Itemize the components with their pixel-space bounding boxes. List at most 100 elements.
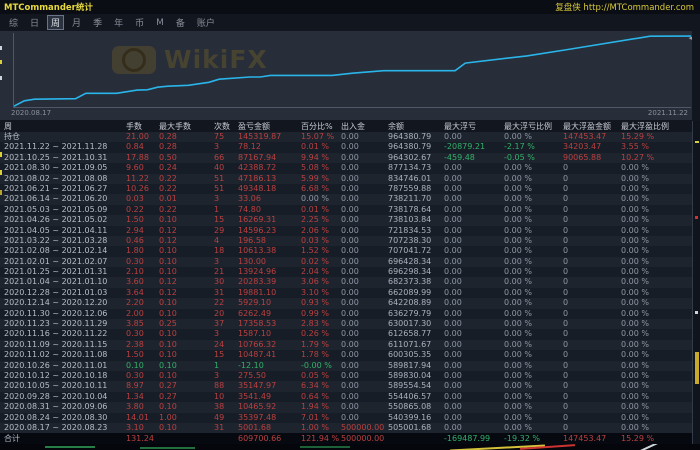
- table-row[interactable]: 2021.02.08 ~ 2021.02.141.800.101810613.3…: [0, 246, 692, 256]
- menu-item-日[interactable]: 日: [26, 15, 43, 30]
- site-link[interactable]: 复盘侠 http://MTCommander.com: [555, 1, 700, 13]
- column-header[interactable]: 出入金: [341, 121, 388, 132]
- column-header[interactable]: 百分比%: [301, 121, 341, 132]
- table-row[interactable]: 2020.11.16 ~ 2020.11.220.300.1031587.100…: [0, 329, 692, 339]
- cell-cashflow: 0.00: [341, 142, 388, 152]
- cell-lots: 2.94: [126, 226, 159, 236]
- cell-count: 10: [214, 392, 238, 402]
- table-row[interactable]: 2020.08.17 ~ 2020.08.233.100.10315001.68…: [0, 423, 692, 433]
- cell-pl: 196.58: [238, 236, 301, 246]
- cell-pct: 0.26 %: [301, 329, 341, 339]
- column-header[interactable]: 最大浮盈金额: [563, 121, 621, 132]
- cell-max_float_profit: 0: [563, 298, 621, 308]
- cell-max_fp_pct: 0.00 %: [621, 257, 692, 267]
- table-row[interactable]: 2021.03.22 ~ 2021.03.280.460.124196.580.…: [0, 236, 692, 246]
- scrollbar[interactable]: [692, 121, 700, 444]
- table-row[interactable]: 2020.08.31 ~ 2020.09.063.800.103810465.9…: [0, 402, 692, 412]
- column-header[interactable]: 手数: [126, 121, 159, 132]
- column-header[interactable]: 盈亏金额: [238, 121, 301, 132]
- column-header[interactable]: 最大浮亏: [444, 121, 504, 132]
- table-row[interactable]: 2021.04.05 ~ 2021.04.112.940.122914596.2…: [0, 226, 692, 236]
- cell-max_fl_pct: 0.00 %: [504, 174, 563, 184]
- column-header[interactable]: 最大手数: [159, 121, 214, 132]
- cell-period: 合计: [0, 433, 126, 444]
- equity-chart-plot: WikiFX ◂: [13, 33, 691, 108]
- cell-pct: 5.99 %: [301, 174, 341, 184]
- table-row[interactable]: 2020.11.23 ~ 2020.11.293.850.253717358.5…: [0, 319, 692, 329]
- cell-count: 29: [214, 226, 238, 236]
- equity-curve: [14, 33, 691, 107]
- table-row[interactable]: 2021.08.02 ~ 2021.08.0811.220.225147186.…: [0, 174, 692, 184]
- table-row[interactable]: 2020.12.14 ~ 2020.12.202.200.10225929.10…: [0, 298, 692, 308]
- chart-scroll-arrow-icon[interactable]: ◂: [688, 34, 692, 42]
- menu-item-币[interactable]: 币: [131, 15, 148, 30]
- table-row[interactable]: 2021.01.04 ~ 2021.01.103.600.123020283.3…: [0, 277, 692, 287]
- cell-max_float_profit: 0: [563, 423, 621, 433]
- table-row[interactable]: 2020.12.28 ~ 2021.01.033.640.123119881.1…: [0, 288, 692, 298]
- cell-count: 3: [214, 329, 238, 339]
- cell-period: 2021.06.14 ~ 2021.06.20: [0, 194, 126, 204]
- cell-count: 1: [214, 205, 238, 215]
- menu-item-年[interactable]: 年: [110, 15, 127, 30]
- table-row[interactable]: 2021.08.30 ~ 2021.09.059.600.244042388.7…: [0, 163, 692, 173]
- cell-max_float_profit: 0: [563, 371, 621, 381]
- cell-cashflow: 0.00: [341, 174, 388, 184]
- table-row[interactable]: 2020.10.26 ~ 2020.11.010.100.101-12.10-0…: [0, 361, 692, 371]
- scrollbar-thumb[interactable]: [695, 352, 699, 384]
- cell-cashflow: 0.00: [341, 350, 388, 360]
- menu-item-月[interactable]: 月: [68, 15, 85, 30]
- table-row[interactable]: 2020.09.28 ~ 2020.10.041.340.27103541.49…: [0, 392, 692, 402]
- menu-item-备[interactable]: 备: [172, 15, 189, 30]
- cell-max_fl_pct: 0.00 %: [504, 277, 563, 287]
- table-row[interactable]: 2020.08.24 ~ 2020.08.3014.011.004935397.…: [0, 413, 692, 423]
- column-header[interactable]: 周: [0, 121, 126, 132]
- column-header[interactable]: 余额: [388, 121, 444, 132]
- cell-max_lots: 0.10: [159, 423, 214, 433]
- menu-item-账户[interactable]: 账户: [193, 15, 219, 30]
- menu-item-季[interactable]: 季: [89, 15, 106, 30]
- table-row[interactable]: 2021.04.26 ~ 2021.05.021.500.101516269.3…: [0, 215, 692, 225]
- menu-item-M[interactable]: M: [152, 17, 168, 29]
- cell-max_lots: 0.27: [159, 392, 214, 402]
- cell-count: 1: [214, 361, 238, 371]
- cell-lots: 0.30: [126, 371, 159, 381]
- table-row[interactable]: 2020.11.09 ~ 2020.11.152.380.102410766.3…: [0, 340, 692, 350]
- table-row[interactable]: 2020.11.02 ~ 2020.11.081.500.101510487.4…: [0, 350, 692, 360]
- table-row[interactable]: 持仓21.000.2875145319.8715.07 %0.00964380.…: [0, 132, 692, 142]
- table-row[interactable]: 2020.10.12 ~ 2020.10.180.300.103275.500.…: [0, 371, 692, 381]
- cell-balance: 738211.70: [388, 194, 444, 204]
- table-row[interactable]: 2020.10.05 ~ 2020.10.118.970.278835147.9…: [0, 381, 692, 391]
- cell-max_float_loss: 0.00: [444, 215, 504, 225]
- table-row[interactable]: 2021.06.21 ~ 2021.06.2710.260.225149348.…: [0, 184, 692, 194]
- cell-max_float_loss: 0.00: [444, 288, 504, 298]
- menu-item-综[interactable]: 综: [5, 15, 22, 30]
- column-header[interactable]: 最大浮亏比例: [504, 121, 563, 132]
- cell-cashflow: 0.00: [341, 184, 388, 194]
- table-row[interactable]: 2020.11.30 ~ 2020.12.062.000.10206262.49…: [0, 309, 692, 319]
- table-row[interactable]: 2021.11.22 ~ 2021.11.280.840.28378.120.0…: [0, 142, 692, 152]
- table-row[interactable]: 2021.01.25 ~ 2021.01.312.100.102113924.9…: [0, 267, 692, 277]
- cell-count: 15: [214, 350, 238, 360]
- cell-period: 2021.11.22 ~ 2021.11.28: [0, 142, 126, 152]
- cell-period: 2021.08.30 ~ 2021.09.05: [0, 163, 126, 173]
- cell-max_fl_pct: -19.32 %: [504, 433, 563, 444]
- cell-pl: 10465.92: [238, 402, 301, 412]
- cell-pl: 35397.48: [238, 413, 301, 423]
- table-row[interactable]: 2021.10.25 ~ 2021.10.3117.880.506687167.…: [0, 153, 692, 163]
- period-menu-bar: 综日周月季年币M备账户: [0, 14, 700, 31]
- cell-max_fp_pct: 0.00 %: [621, 413, 692, 423]
- menu-item-周[interactable]: 周: [47, 15, 64, 30]
- cell-pl: 5001.68: [238, 423, 301, 433]
- cell-max_float_loss: 0.00: [444, 371, 504, 381]
- total-row[interactable]: 合计131.24609700.66121.94 %500000.00-16948…: [0, 433, 692, 444]
- column-header[interactable]: 最大浮盈比例: [621, 121, 692, 132]
- table-row[interactable]: 2021.06.14 ~ 2021.06.200.030.01333.060.0…: [0, 194, 692, 204]
- cell-max_fp_pct: 0.00 %: [621, 163, 692, 173]
- cell-max_fl_pct: 0.00 %: [504, 381, 563, 391]
- table-row[interactable]: 2021.02.01 ~ 2021.02.070.300.103130.000.…: [0, 257, 692, 267]
- table-row[interactable]: 2021.05.03 ~ 2021.05.090.220.22174.800.0…: [0, 205, 692, 215]
- column-header[interactable]: 次数: [214, 121, 238, 132]
- cell-max_fp_pct: 0.00 %: [621, 340, 692, 350]
- cell-max_fp_pct: 0.00 %: [621, 288, 692, 298]
- cell-cashflow: 0.00: [341, 381, 388, 391]
